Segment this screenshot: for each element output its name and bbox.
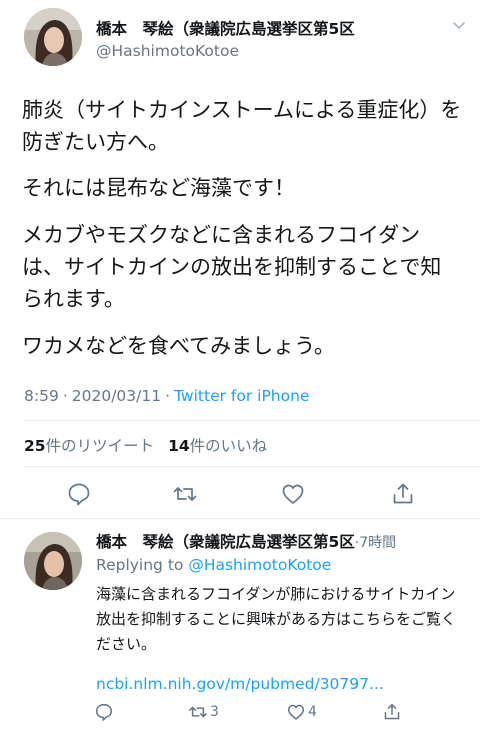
tweet-meta: 8:59 · 2020/03/11 · Twitter for iPhone (24, 387, 309, 405)
meta-separator: · (62, 387, 68, 405)
retweet-label: 件のリツイート (45, 437, 155, 455)
retweet-icon (189, 706, 207, 718)
reply-retweet-button[interactable]: 3 (188, 702, 219, 722)
tweet-paragraph: それには昆布など海藻です！ (22, 176, 295, 200)
tweet-action-bar (0, 481, 480, 509)
reply-comment-button[interactable] (94, 702, 114, 722)
share-icon (384, 703, 400, 720)
replying-to-handle[interactable]: @HashimotoKotoe (188, 556, 331, 574)
tweet-date: 2020/03/11 (71, 387, 162, 405)
share-icon[interactable] (390, 481, 416, 507)
reply-header: 橋本 琴絵（衆議院広島選挙区第5区·7時間 (96, 530, 396, 552)
reply-avatar[interactable] (24, 532, 82, 590)
retweet-count: 25 (24, 437, 46, 455)
avatar-photo (24, 8, 82, 66)
reply-share-button[interactable] (382, 702, 402, 722)
divider (0, 518, 480, 519)
like-count: 14 (168, 437, 190, 455)
comment-icon (95, 703, 113, 721)
reply-link[interactable]: ncbi.nlm.nih.gov/m/pubmed/30797... (96, 675, 384, 693)
display-name[interactable]: 橋本 琴絵（衆議院広島選挙区第5区 (96, 17, 355, 39)
reply-text: 海藻に含まれるフコイダンが肺におけるサイトカイン放出を抑制することに興味がある方… (96, 585, 457, 653)
like-stat[interactable]: 14件のいいね (168, 437, 267, 455)
reply-time: 7時間 (359, 535, 397, 551)
comment-icon[interactable] (66, 481, 92, 507)
reply-like-count: 4 (308, 704, 317, 720)
retweet-stat[interactable]: 25件のリツイート (24, 437, 154, 455)
user-handle[interactable]: @HashimotoKotoe (96, 42, 239, 60)
heart-icon (287, 704, 305, 720)
reply-display-name[interactable]: 橋本 琴絵（衆議院広島選挙区第5区 (96, 533, 355, 551)
replying-to-label: Replying to (96, 556, 184, 574)
divider (24, 466, 480, 467)
tweet-text: 肺炎（サイトカインストームによる重症化）を防ぎたい方へ。 それには昆布など海藻で… (22, 94, 462, 377)
like-label: 件のいいね (189, 437, 268, 455)
retweet-icon[interactable] (172, 481, 198, 507)
tweet-source-link[interactable]: Twitter for iPhone (174, 387, 309, 405)
heart-icon[interactable] (280, 481, 306, 507)
tweet-paragraph: 肺炎（サイトカインストームによる重症化）を防ぎたい方へ。 (22, 98, 462, 154)
avatar-photo (24, 532, 82, 590)
avatar[interactable] (24, 8, 82, 66)
replying-to: Replying to @HashimotoKotoe (96, 556, 331, 574)
reply-like-button[interactable]: 4 (286, 702, 317, 722)
reply-action-bar: 3 4 (0, 702, 480, 724)
tweet-paragraph: ワカメなどを食べてみましょう。 (22, 334, 335, 358)
tweet-time: 8:59 (24, 387, 59, 405)
chevron-down-icon[interactable] (452, 18, 466, 32)
tweet-stats: 25件のリツイート 14件のいいね (24, 434, 267, 456)
divider (24, 420, 480, 421)
tweet-paragraph: メカブやモズクなどに含まれるフコイダンは、サイトカインの放出を抑制することで知ら… (22, 223, 442, 311)
reply-retweet-count: 3 (210, 704, 219, 720)
meta-separator: · (165, 387, 171, 405)
